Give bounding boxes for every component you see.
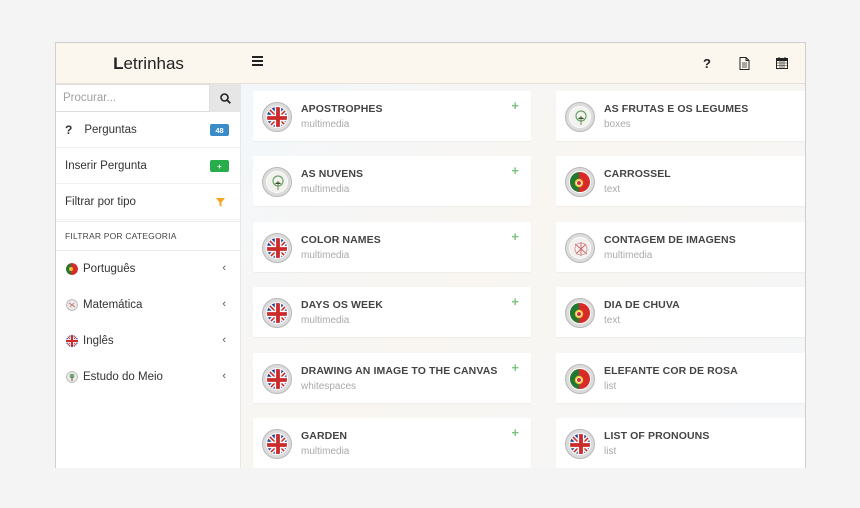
brand-logo[interactable]: Letrinhas: [56, 43, 241, 84]
top-header: Letrinhas ?: [56, 43, 805, 84]
sidebar-item-filtrar-tipo[interactable]: Filtrar por tipo: [56, 184, 241, 220]
question-card[interactable]: DRAWING AN IMAGE TO THE CANVAS whitespace…: [253, 353, 531, 403]
sidebar: ? Perguntas 48 Inserir Pergunta + Filtra…: [56, 84, 241, 468]
card-type: multimedia: [604, 250, 653, 261]
uk-flag-icon: [262, 429, 292, 459]
card-type: boxes: [604, 119, 631, 130]
card-title: CARROSSEL: [604, 168, 671, 180]
hamburger-menu-icon[interactable]: [252, 56, 263, 70]
add-plus-icon[interactable]: +: [511, 98, 519, 113]
card-type: multimedia: [301, 446, 350, 457]
count-badge: 48: [210, 124, 229, 136]
question-card[interactable]: AS NUVENS multimedia +: [253, 156, 531, 206]
chevron-left-icon[interactable]: ‹: [222, 334, 226, 346]
document-icon[interactable]: [736, 55, 752, 71]
math-icon: [66, 299, 78, 311]
chevron-left-icon[interactable]: ‹: [222, 298, 226, 310]
add-plus-icon[interactable]: +: [511, 360, 519, 375]
card-type: list: [604, 381, 617, 392]
chevron-left-icon[interactable]: ‹: [222, 370, 226, 382]
question-card[interactable]: CARROSSEL text: [556, 156, 805, 206]
uk-flag-icon: [262, 233, 292, 263]
add-plus-icon[interactable]: +: [511, 229, 519, 244]
card-type: list: [604, 446, 617, 457]
card-title: LIST OF PRONOUNS: [604, 430, 710, 442]
uk-flag-icon: [262, 298, 292, 328]
category-heading: FILTRAR POR CATEGORIA: [56, 221, 241, 251]
sidebar-item-inserir-pergunta[interactable]: Inserir Pergunta +: [56, 148, 241, 184]
category-label: Matemática: [83, 299, 143, 311]
tree-icon: [565, 102, 595, 132]
tree-icon: [262, 167, 292, 197]
card-title: DIA DE CHUVA: [604, 299, 680, 311]
funnel-icon: [216, 198, 225, 210]
card-title: AS FRUTAS E OS LEGUMES: [604, 103, 749, 115]
card-title: GARDEN: [301, 430, 348, 442]
search-input[interactable]: [56, 84, 210, 112]
add-plus-icon[interactable]: +: [511, 294, 519, 309]
sidebar-item-matematica[interactable]: Matemática ‹: [56, 287, 241, 323]
sidebar-item-label: Filtrar por tipo: [65, 195, 136, 208]
tree-icon: [66, 371, 78, 383]
question-card[interactable]: ELEFANTE COR DE ROSA list: [556, 353, 805, 403]
card-title: AS NUVENS: [301, 168, 364, 180]
question-card[interactable]: DAYS OS WEEK multimedia +: [253, 287, 531, 337]
sidebar-item-ingles[interactable]: Inglês ‹: [56, 323, 241, 359]
question-grid: APOSTROPHES multimedia + AS NUVENS multimedi…: [241, 84, 805, 468]
card-title: DRAWING AN IMAGE TO THE CANVAS: [301, 365, 498, 377]
app-window: Letrinhas ? ? Perguntas 48 Inserir Pergu…: [55, 42, 806, 468]
calendar-icon[interactable]: [774, 55, 790, 71]
question-card[interactable]: APOSTROPHES multimedia +: [253, 91, 531, 141]
card-type: whitespaces: [301, 381, 357, 392]
question-card[interactable]: LIST OF PRONOUNS list: [556, 418, 805, 468]
sidebar-item-portugues[interactable]: Português ‹: [56, 251, 241, 287]
plus-badge: +: [210, 160, 229, 172]
card-title: DAYS OS WEEK: [301, 299, 383, 311]
card-type: multimedia: [301, 119, 350, 130]
brand-initial: L: [113, 53, 124, 73]
search-bar: [56, 84, 241, 112]
search-icon[interactable]: [210, 84, 241, 112]
card-type: multimedia: [301, 184, 350, 195]
add-plus-icon[interactable]: +: [511, 163, 519, 178]
card-title: COLOR NAMES: [301, 234, 381, 246]
sidebar-item-estudo-do-meio[interactable]: Estudo do Meio ‹: [56, 359, 241, 395]
card-type: text: [604, 315, 621, 326]
card-title: APOSTROPHES: [301, 103, 383, 115]
brand-text: etrinhas: [123, 53, 184, 73]
uk-flag-icon: [66, 335, 78, 347]
card-type: text: [604, 184, 621, 195]
portugal-flag-icon: [565, 298, 595, 328]
question-card[interactable]: CONTAGEM DE IMAGENS multimedia: [556, 222, 805, 272]
uk-flag-icon: [262, 102, 292, 132]
sidebar-item-label: Perguntas: [84, 123, 137, 136]
card-type: multimedia: [301, 315, 350, 326]
question-icon: ?: [65, 122, 73, 137]
portugal-flag-icon: [66, 263, 78, 275]
category-label: Estudo do Meio: [83, 371, 163, 383]
question-card[interactable]: GARDEN multimedia +: [253, 418, 531, 468]
uk-flag-icon: [262, 364, 292, 394]
question-card[interactable]: COLOR NAMES multimedia +: [253, 222, 531, 272]
category-label: Inglês: [83, 335, 114, 347]
card-type: multimedia: [301, 250, 350, 261]
question-card[interactable]: DIA DE CHUVA text: [556, 287, 805, 337]
card-title: CONTAGEM DE IMAGENS: [604, 234, 736, 246]
sidebar-item-perguntas[interactable]: ? Perguntas 48: [56, 112, 241, 148]
portugal-flag-icon: [565, 364, 595, 394]
category-label: Português: [83, 263, 136, 275]
uk-flag-icon: [565, 429, 595, 459]
math-icon: [565, 233, 595, 263]
help-icon[interactable]: ?: [699, 55, 715, 71]
chevron-left-icon[interactable]: ‹: [222, 262, 226, 274]
card-title: ELEFANTE COR DE ROSA: [604, 365, 738, 377]
sidebar-item-label: Inserir Pergunta: [65, 159, 147, 172]
add-plus-icon[interactable]: +: [511, 425, 519, 440]
question-card[interactable]: AS FRUTAS E OS LEGUMES boxes: [556, 91, 805, 141]
portugal-flag-icon: [565, 167, 595, 197]
